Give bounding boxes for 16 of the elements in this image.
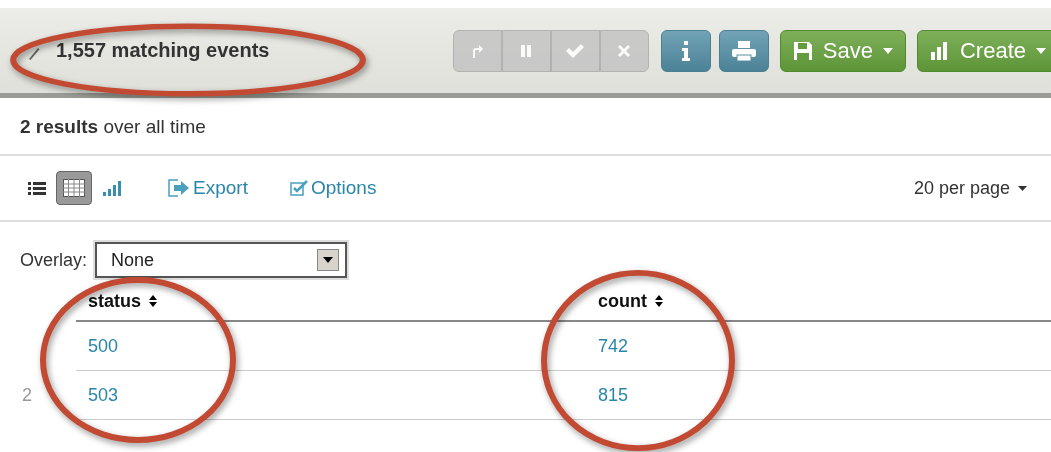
overlay-label: Overlay: bbox=[20, 249, 88, 271]
row-number: 2 bbox=[22, 384, 32, 405]
export-link[interactable]: Export bbox=[168, 177, 248, 199]
column-header[interactable]: count bbox=[598, 290, 1051, 312]
save-button[interactable]: Save bbox=[779, 29, 906, 72]
event-count: 1,557 matching events bbox=[56, 39, 270, 62]
results-summary: 2 results over all time bbox=[0, 98, 1051, 156]
create-button[interactable]: Create bbox=[916, 29, 1051, 72]
table-cell-link[interactable]: 742 bbox=[598, 335, 629, 356]
overlay-select[interactable]: None bbox=[95, 242, 348, 278]
table-cell-link[interactable]: 503 bbox=[88, 384, 119, 405]
options-link[interactable]: Options bbox=[289, 177, 377, 199]
table-cell-link[interactable]: 815 bbox=[598, 384, 629, 405]
column-header[interactable]: status bbox=[88, 290, 598, 312]
table-cell-link[interactable]: 500 bbox=[88, 335, 119, 356]
per-page-dropdown[interactable]: 20 per page bbox=[907, 176, 1033, 200]
